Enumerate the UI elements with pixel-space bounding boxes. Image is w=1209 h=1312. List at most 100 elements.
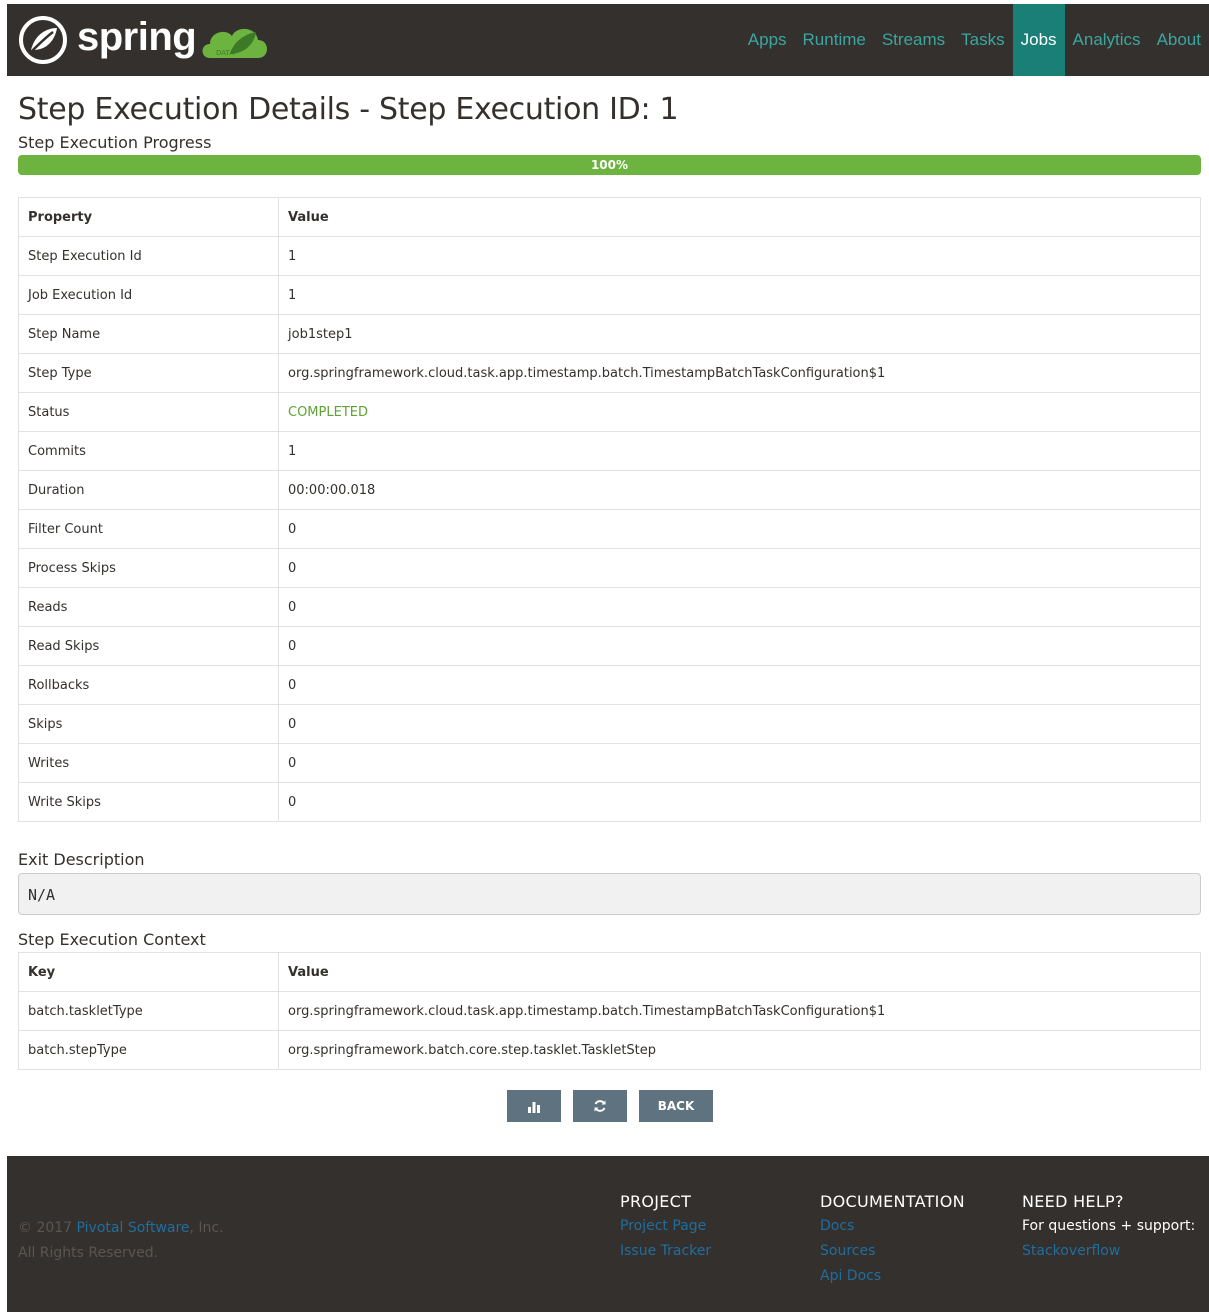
property-name: Process Skips: [18, 548, 279, 588]
nav-jobs[interactable]: Jobs: [1012, 4, 1065, 76]
issue-tracker-link[interactable]: Issue Tracker: [620, 1239, 711, 1264]
property-value: 1: [278, 431, 1201, 471]
docs-link[interactable]: Docs: [820, 1214, 965, 1239]
page-title: Step Execution Details - Step Execution …: [18, 92, 679, 127]
nav-tasks[interactable]: Tasks: [953, 4, 1012, 76]
property-value: 0: [278, 548, 1201, 588]
property-name: Status: [18, 392, 279, 432]
back-button[interactable]: BACK: [639, 1090, 713, 1122]
copyright-prefix: © 2017: [18, 1220, 77, 1236]
help-text: For questions + support:: [1022, 1218, 1196, 1234]
status-value: COMPLETED: [278, 392, 1201, 432]
refresh-button[interactable]: [573, 1090, 627, 1122]
property-name: Duration: [18, 470, 279, 510]
progress-text: 100%: [590, 158, 629, 172]
stackoverflow-link[interactable]: Stackoverflow: [1022, 1239, 1195, 1264]
property-name: Step Execution Id: [18, 236, 279, 276]
nav-runtime[interactable]: Runtime: [795, 4, 874, 76]
property-value: 1: [278, 236, 1201, 276]
nav-streams[interactable]: Streams: [874, 4, 953, 76]
context-key: batch.taskletType: [18, 991, 279, 1031]
column-header-key: Key: [18, 952, 279, 992]
progress-label: Step Execution Progress: [18, 133, 212, 152]
property-value: 1: [278, 275, 1201, 315]
exit-description-box: N/A: [18, 873, 1201, 915]
main-nav: Apps Runtime Streams Tasks Jobs Analytic…: [740, 4, 1209, 76]
table-row: Read Skips 0: [18, 626, 1201, 666]
table-row: Reads 0: [18, 587, 1201, 627]
property-value: org.springframework.cloud.task.app.times…: [278, 353, 1201, 393]
api-docs-link[interactable]: Api Docs: [820, 1264, 965, 1289]
property-name: Step Type: [18, 353, 279, 393]
table-row: batch.taskletType org.springframework.clo…: [18, 991, 1201, 1031]
table-row: Step Name job1step1: [18, 314, 1201, 354]
top-navbar: spring DATA Apps Runtime Streams Tasks J…: [7, 4, 1209, 76]
project-page-link[interactable]: Project Page: [620, 1214, 711, 1239]
progress-bar: 100%: [18, 155, 1201, 175]
property-name: Job Execution Id: [18, 275, 279, 315]
cloud-leaf-icon: DATA: [202, 28, 268, 58]
pivotal-link[interactable]: Pivotal Software: [77, 1220, 190, 1236]
graph-button[interactable]: [507, 1090, 561, 1122]
table-row: Filter Count 0: [18, 509, 1201, 549]
table-row: Duration 00:00:00.018: [18, 470, 1201, 510]
table-row: Status COMPLETED: [18, 392, 1201, 432]
project-heading: PROJECT: [620, 1192, 692, 1211]
spring-leaf-icon: [19, 16, 67, 64]
nav-apps[interactable]: Apps: [740, 4, 795, 76]
context-value: org.springframework.cloud.task.app.times…: [278, 991, 1201, 1031]
property-name: Write Skips: [18, 782, 279, 822]
table-row: Job Execution Id 1: [18, 275, 1201, 315]
table-row: Step Execution Id 1: [18, 236, 1201, 276]
property-name: Reads: [18, 587, 279, 627]
property-value: 0: [278, 704, 1201, 744]
property-name: Skips: [18, 704, 279, 744]
help-heading: NEED HELP?: [1022, 1192, 1124, 1211]
svg-text:DATA: DATA: [216, 49, 234, 57]
property-name: Writes: [18, 743, 279, 783]
column-header-value: Value: [278, 197, 1201, 237]
spring-logo[interactable]: spring DATA: [17, 14, 270, 66]
property-name: Step Name: [18, 314, 279, 354]
property-value: 0: [278, 626, 1201, 666]
table-header-row: Key Value: [18, 952, 1201, 992]
refresh-icon: [594, 1100, 606, 1112]
table-row: batch.stepType org.springframework.batch.…: [18, 1030, 1201, 1070]
property-value: 0: [278, 743, 1201, 783]
rights-text: All Rights Reserved.: [18, 1245, 159, 1261]
context-key: batch.stepType: [18, 1030, 279, 1070]
property-value: 0: [278, 587, 1201, 627]
step-context-label: Step Execution Context: [18, 930, 206, 949]
table-row: Write Skips 0: [18, 782, 1201, 822]
context-value: org.springframework.batch.core.step.task…: [278, 1030, 1201, 1070]
table-row: Skips 0: [18, 704, 1201, 744]
bar-chart-icon: [528, 1102, 540, 1113]
property-name: Filter Count: [18, 509, 279, 549]
action-buttons: BACK: [507, 1090, 713, 1122]
table-row: Rollbacks 0: [18, 665, 1201, 705]
exit-description-label: Exit Description: [18, 850, 145, 869]
property-value: 0: [278, 509, 1201, 549]
documentation-heading: DOCUMENTATION: [820, 1192, 965, 1211]
property-value: 0: [278, 782, 1201, 822]
column-header-property: Property: [18, 197, 279, 237]
page-footer: © 2017 Pivotal Software, Inc. All Rights…: [7, 1156, 1209, 1312]
property-name: Read Skips: [18, 626, 279, 666]
nav-about[interactable]: About: [1149, 4, 1209, 76]
footer-documentation: DOCUMENTATION Docs Sources Api Docs: [820, 1189, 965, 1289]
property-value: 0: [278, 665, 1201, 705]
sources-link[interactable]: Sources: [820, 1239, 965, 1264]
copyright: © 2017 Pivotal Software, Inc. All Rights…: [18, 1216, 224, 1266]
property-name: Commits: [18, 431, 279, 471]
property-name: Rollbacks: [18, 665, 279, 705]
table-row: Commits 1: [18, 431, 1201, 471]
table-row: Writes 0: [18, 743, 1201, 783]
nav-analytics[interactable]: Analytics: [1065, 4, 1149, 76]
property-value: 00:00:00.018: [278, 470, 1201, 510]
context-table: Key Value batch.taskletType org.springfra…: [18, 952, 1201, 1070]
logo-text: spring: [77, 14, 197, 59]
footer-project: PROJECT Project Page Issue Tracker: [620, 1189, 711, 1264]
properties-table: Property Value Step Execution Id 1 Job Exe…: [18, 197, 1201, 822]
property-value: job1step1: [278, 314, 1201, 354]
column-header-value: Value: [278, 952, 1201, 992]
